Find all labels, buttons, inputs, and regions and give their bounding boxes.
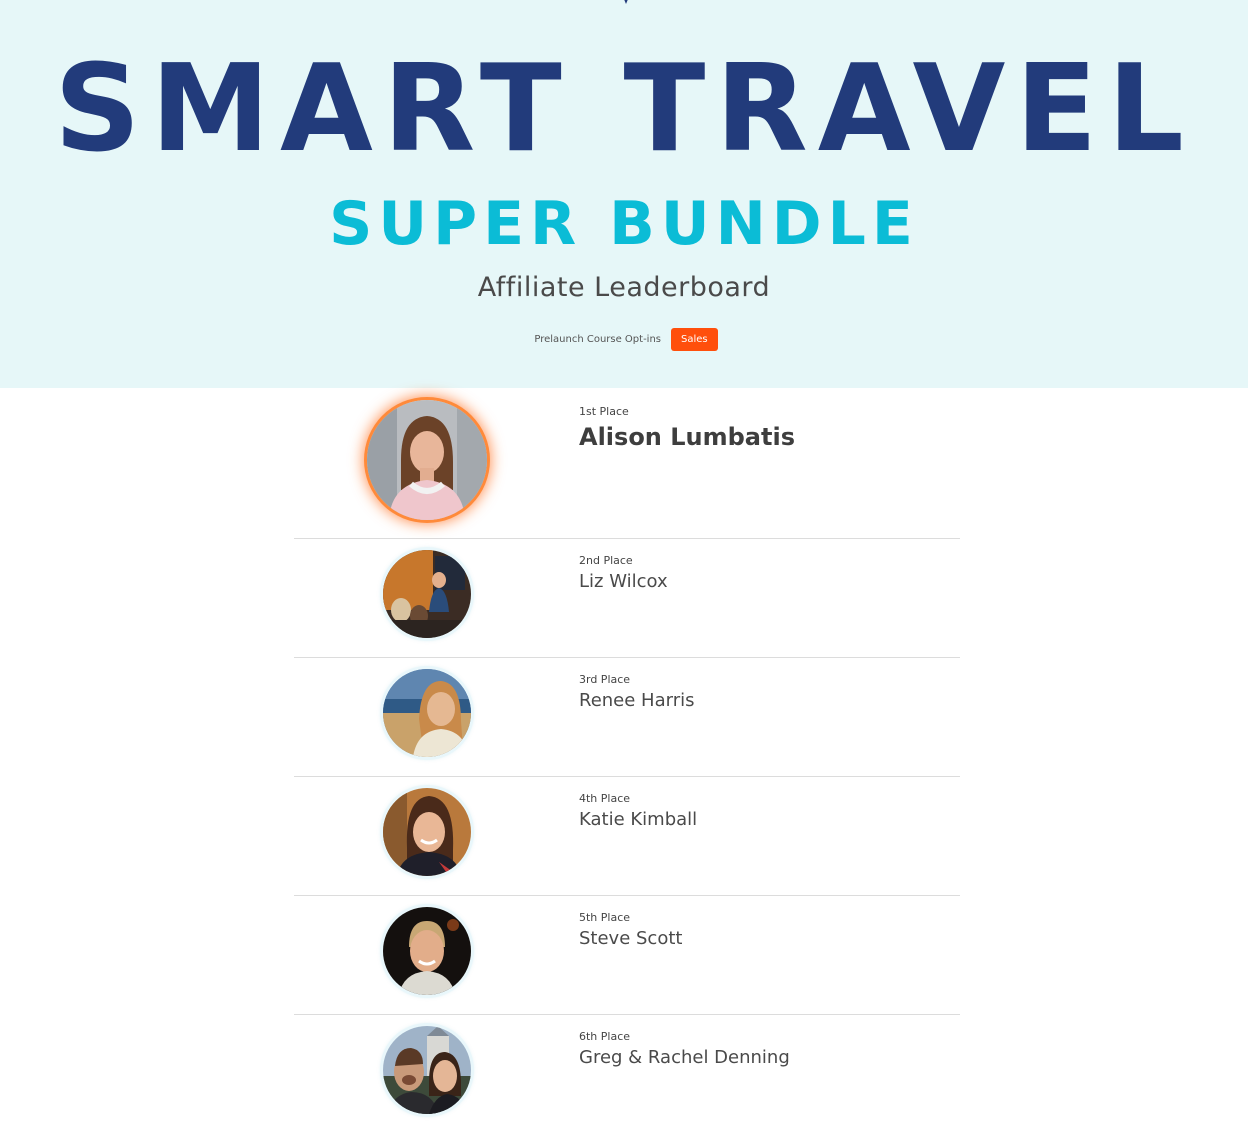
rank-label: 5th Place: [579, 911, 631, 924]
leaderboard-row: 3rd Place Renee Harris: [294, 658, 960, 777]
leaderboard-row: 4th Place Katie Kimball: [294, 777, 960, 896]
affiliate-name: Alison Lumbatis: [579, 423, 795, 451]
rank-label: 2nd Place: [579, 554, 633, 567]
person-photo-icon: [367, 400, 487, 520]
leaderboard-heading: Affiliate Leaderboard: [477, 272, 771, 303]
tab-prelaunch-optins[interactable]: Prelaunch Course Opt-ins: [530, 328, 665, 351]
rank-label: 4th Place: [579, 792, 631, 805]
avatar: [367, 400, 487, 520]
affiliate-name: Liz Wilcox: [579, 571, 668, 592]
person-photo-icon: [383, 669, 471, 757]
rank-label: 6th Place: [579, 1030, 631, 1043]
avatar: [383, 550, 471, 638]
rank-label: 3rd Place: [579, 673, 631, 686]
avatar: [383, 669, 471, 757]
affiliate-name: Katie Kimball: [579, 809, 698, 830]
rank-label: 1st Place: [579, 405, 629, 418]
person-photo-icon: [383, 907, 471, 995]
leaderboard-row: 1st Place Alison Lumbatis: [294, 388, 960, 539]
leaderboard-row: 2nd Place Liz Wilcox: [294, 539, 960, 658]
leaderboard-row: 5th Place Steve Scott: [294, 896, 960, 1015]
avatar: [383, 1026, 471, 1114]
hero-header: SMART TRAVEL SUPER BUNDLE Affiliate Lead…: [0, 0, 1248, 388]
avatar: [383, 907, 471, 995]
person-photo-icon: [383, 550, 471, 638]
tab-sales[interactable]: Sales: [671, 328, 718, 351]
person-photo-icon: [383, 788, 471, 876]
leaderboard-tabs: Prelaunch Course Opt-ins Sales: [0, 328, 1248, 351]
leaderboard-row: 6th Place Greg & Rachel Denning: [294, 1015, 960, 1134]
person-photo-icon: [383, 1026, 471, 1114]
avatar: [383, 788, 471, 876]
affiliate-name: Renee Harris: [579, 690, 695, 711]
location-pin-icon: [624, 0, 628, 4]
leaderboard-list: 1st Place Alison Lumbatis 2nd Place Liz …: [294, 388, 960, 1134]
page-subtitle: SUPER BUNDLE: [329, 189, 919, 259]
page-title: SMART TRAVEL: [54, 40, 1194, 179]
affiliate-name: Steve Scott: [579, 928, 683, 949]
affiliate-name: Greg & Rachel Denning: [579, 1047, 790, 1068]
